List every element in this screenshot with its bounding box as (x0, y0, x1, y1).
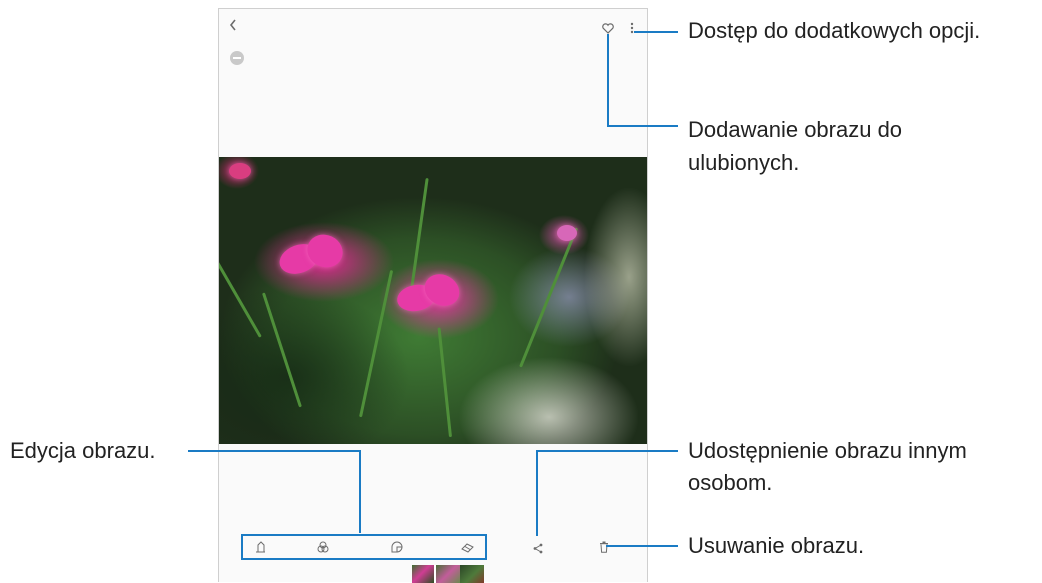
callout-share-line2: osobom. (688, 470, 773, 495)
callout-share-line1: Udostępnienie obrazu innym (688, 438, 967, 463)
filters-button[interactable] (316, 540, 330, 554)
leader-edit-vertical (359, 450, 361, 533)
callout-favorite-line2: ulubionych. (688, 150, 800, 175)
leader-more-options (634, 31, 678, 33)
sticker-icon (391, 541, 403, 553)
thumbnail-item[interactable] (436, 565, 460, 583)
back-button[interactable] (225, 17, 241, 33)
filters-icon (317, 541, 329, 553)
leader-share-vertical (536, 450, 538, 536)
thumbnail-item[interactable] (460, 565, 484, 583)
share-button[interactable] (531, 541, 545, 555)
edit-button[interactable] (253, 540, 267, 554)
sticker-button[interactable] (390, 540, 404, 554)
callout-edit: Edycja obrazu. (10, 438, 156, 463)
callout-delete: Usuwanie obrazu. (688, 533, 865, 558)
trash-icon (600, 541, 608, 553)
gallery-device-screen (218, 8, 648, 583)
eraser-icon (460, 542, 474, 553)
leader-favorite-vertical (607, 34, 609, 126)
info-button[interactable] (228, 49, 246, 67)
thumbnail-strip[interactable] (412, 565, 484, 583)
share-icon (533, 543, 543, 553)
eraser-button[interactable] (460, 540, 474, 554)
thumbnail-item[interactable] (412, 565, 434, 583)
leader-edit-horizontal (188, 450, 360, 452)
callout-favorite-line1: Dodawanie obrazu do (688, 117, 903, 142)
heart-outline-icon (602, 22, 614, 34)
favorite-button[interactable] (601, 21, 615, 35)
info-circle-icon (230, 51, 244, 65)
pencil-edit-icon (255, 541, 265, 553)
leader-share-horizontal (536, 450, 678, 452)
edit-toolbar-highlight (241, 534, 487, 560)
chevron-left-icon (229, 19, 236, 31)
gallery-photo[interactable] (219, 157, 647, 444)
callout-more-options: Dostęp do dodatkowych opcji. (688, 18, 981, 43)
leader-favorite-horizontal (607, 125, 678, 127)
delete-button[interactable] (597, 540, 611, 554)
leader-delete (606, 545, 678, 547)
